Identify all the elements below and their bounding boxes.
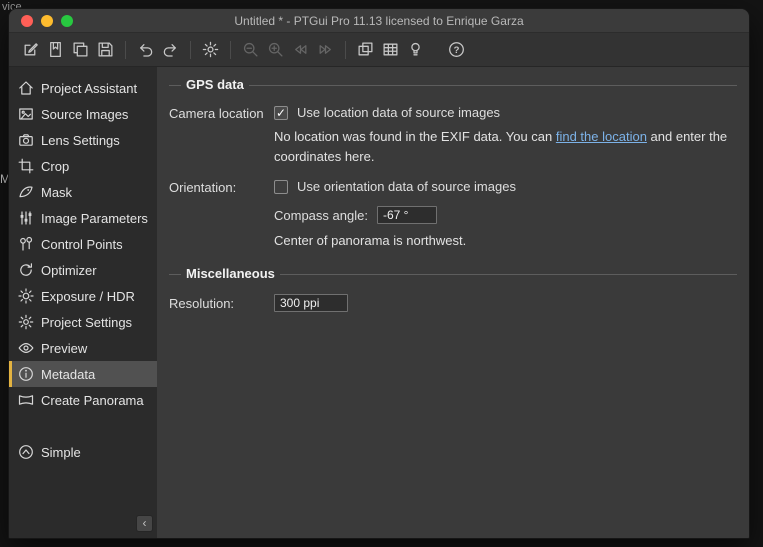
minimize-button[interactable] bbox=[41, 15, 53, 27]
sidebar-item-crop[interactable]: Crop bbox=[9, 153, 157, 179]
help-icon[interactable]: ? bbox=[445, 38, 468, 61]
compass-angle-input[interactable] bbox=[377, 206, 437, 224]
gear-icon bbox=[18, 314, 34, 330]
source-images-icon bbox=[18, 106, 34, 122]
misc-section-header: Miscellaneous bbox=[169, 266, 737, 283]
sidebar-item-metadata[interactable]: Metadata bbox=[9, 361, 157, 387]
sidebar-item-control-points[interactable]: Control Points bbox=[9, 231, 157, 257]
orientation-label: Orientation: bbox=[169, 179, 274, 195]
sidebar-item-label: Create Panorama bbox=[41, 393, 144, 408]
lightbulb-icon[interactable] bbox=[404, 38, 427, 61]
home-icon bbox=[18, 80, 34, 96]
bookmark-icon[interactable] bbox=[44, 38, 67, 61]
mask-icon bbox=[18, 184, 34, 200]
sidebar-item-simple[interactable]: Simple bbox=[9, 439, 157, 465]
toolbar-separator bbox=[125, 41, 126, 59]
settings-gear-icon[interactable] bbox=[199, 38, 222, 61]
use-location-checkbox[interactable]: ✓ bbox=[274, 106, 288, 120]
sidebar-item-project-settings[interactable]: Project Settings bbox=[9, 309, 157, 335]
sidebar-item-source-images[interactable]: Source Images bbox=[9, 101, 157, 127]
sidebar-item-label: Metadata bbox=[41, 367, 95, 382]
background-window-fragment-left: Mas bbox=[0, 172, 8, 187]
crop-icon bbox=[18, 158, 34, 174]
camera-location-label: Camera location bbox=[169, 105, 274, 121]
traffic-lights bbox=[21, 15, 73, 27]
gps-section-header: GPS data bbox=[169, 77, 737, 94]
sidebar-item-project-assistant[interactable]: Project Assistant bbox=[9, 75, 157, 101]
sidebar-item-image-parameters[interactable]: Image Parameters bbox=[9, 205, 157, 231]
use-orientation-label: Use orientation data of source images bbox=[297, 179, 516, 194]
eye-icon bbox=[18, 340, 34, 356]
sidebar-item-label: Crop bbox=[41, 159, 69, 174]
compass-note: Center of panorama is northwest. bbox=[274, 233, 737, 248]
control-points-icon bbox=[18, 236, 34, 252]
sidebar-item-label: Simple bbox=[41, 445, 81, 460]
sidebar-item-label: Image Parameters bbox=[41, 211, 148, 226]
sidebar-item-lens-settings[interactable]: Lens Settings bbox=[9, 127, 157, 153]
resolution-row: Resolution: bbox=[169, 294, 737, 312]
toolbar-separator bbox=[345, 41, 346, 59]
window-title: Untitled * - PTGui Pro 11.13 licensed to… bbox=[9, 14, 749, 28]
main-area: Project Assistant Source Images Lens Setti… bbox=[9, 67, 749, 538]
zoom-out-icon[interactable] bbox=[239, 38, 262, 61]
sidebar-collapse-button[interactable]: ‹ bbox=[136, 515, 153, 532]
duplicate-icon[interactable] bbox=[69, 38, 92, 61]
simple-circle-icon bbox=[18, 444, 34, 460]
save-icon[interactable] bbox=[94, 38, 117, 61]
sidebar-item-label: Optimizer bbox=[41, 263, 97, 278]
sidebar-item-create-panorama[interactable]: Create Panorama bbox=[9, 387, 157, 413]
toolbar-separator bbox=[190, 41, 191, 59]
resolution-label: Resolution: bbox=[169, 295, 274, 311]
sidebar-item-exposure-hdr[interactable]: Exposure / HDR bbox=[9, 283, 157, 309]
sidebar-item-label: Mask bbox=[41, 185, 72, 200]
optimizer-icon bbox=[18, 262, 34, 278]
previous-icon[interactable] bbox=[289, 38, 312, 61]
exif-note: No location was found in the EXIF data. … bbox=[274, 127, 749, 166]
sidebar-item-mask[interactable]: Mask bbox=[9, 179, 157, 205]
sidebar-list: Project Assistant Source Images Lens Setti… bbox=[9, 75, 157, 465]
section-divider-line bbox=[169, 85, 737, 86]
zoom-in-icon[interactable] bbox=[264, 38, 287, 61]
gps-section-title: GPS data bbox=[181, 77, 249, 92]
camera-lens-icon bbox=[18, 132, 34, 148]
title-bar: Untitled * - PTGui Pro 11.13 licensed to… bbox=[9, 9, 749, 33]
sun-icon bbox=[18, 288, 34, 304]
sliders-icon bbox=[18, 210, 34, 226]
sidebar-item-optimizer[interactable]: Optimizer bbox=[9, 257, 157, 283]
use-location-label: Use location data of source images bbox=[297, 105, 500, 120]
camera-location-row: Camera location ✓ Use location data of s… bbox=[169, 105, 737, 179]
orientation-row: Orientation: Use orientation data of sou… bbox=[169, 179, 737, 266]
misc-section-title: Miscellaneous bbox=[181, 266, 280, 281]
sidebar-item-label: Project Settings bbox=[41, 315, 132, 330]
sidebar-item-preview[interactable]: Preview bbox=[9, 335, 157, 361]
panorama-icon bbox=[18, 392, 34, 408]
sidebar-item-label: Exposure / HDR bbox=[41, 289, 135, 304]
close-button[interactable] bbox=[21, 15, 33, 27]
compass-angle-field: Compass angle: bbox=[274, 206, 737, 224]
sidebar-item-label: Preview bbox=[41, 341, 87, 356]
info-icon bbox=[18, 366, 34, 382]
toolbar: ? bbox=[9, 33, 749, 67]
ptgui-window: Untitled * - PTGui Pro 11.13 licensed to… bbox=[8, 8, 750, 539]
undo-icon[interactable] bbox=[134, 38, 157, 61]
redo-icon[interactable] bbox=[159, 38, 182, 61]
detail-grid-icon[interactable] bbox=[379, 38, 402, 61]
sidebar-item-label: Control Points bbox=[41, 237, 123, 252]
toolbar-separator bbox=[230, 41, 231, 59]
new-project-icon[interactable] bbox=[19, 38, 42, 61]
sidebar-item-label: Lens Settings bbox=[41, 133, 120, 148]
sidebar: Project Assistant Source Images Lens Setti… bbox=[9, 67, 157, 538]
content-panel: GPS data Camera location ✓ Use location … bbox=[157, 67, 749, 538]
use-orientation-checkbox[interactable] bbox=[274, 180, 288, 194]
sidebar-item-label: Project Assistant bbox=[41, 81, 137, 96]
resolution-input[interactable] bbox=[274, 294, 348, 312]
panorama-editor-icon[interactable] bbox=[354, 38, 377, 61]
compass-angle-label: Compass angle: bbox=[274, 208, 368, 223]
svg-text:?: ? bbox=[454, 45, 460, 56]
exif-note-before: No location was found in the EXIF data. … bbox=[274, 129, 556, 144]
find-location-link[interactable]: find the location bbox=[556, 129, 647, 144]
next-icon[interactable] bbox=[314, 38, 337, 61]
zoom-button[interactable] bbox=[61, 15, 73, 27]
sidebar-item-label: Source Images bbox=[41, 107, 128, 122]
